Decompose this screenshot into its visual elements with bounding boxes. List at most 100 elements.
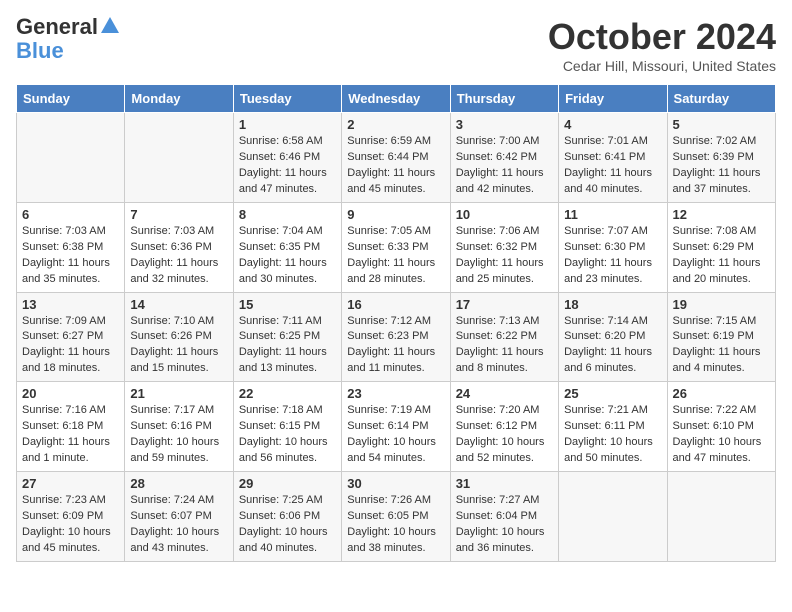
day-info: Sunrise: 7:11 AM Sunset: 6:25 PM Dayligh… — [239, 314, 336, 378]
day-info: Sunrise: 7:09 AM Sunset: 6:27 PM Dayligh… — [22, 314, 119, 378]
calendar-cell: 25 Sunrise: 7:21 AM Sunset: 6:11 PM Dayli… — [559, 382, 667, 472]
day-info: Sunrise: 7:02 AM Sunset: 6:39 PM Dayligh… — [673, 134, 770, 198]
calendar-cell: 1Sunrise: 6:58 AM Sunset: 6:46 PM Daylig… — [233, 113, 341, 203]
day-number: 20 — [22, 386, 119, 401]
calendar-cell — [559, 472, 667, 562]
logo: General Blue — [16, 16, 121, 64]
day-number: 31 — [456, 476, 553, 491]
day-number: 23 — [347, 386, 444, 401]
day-info: Sunrise: 7:13 AM Sunset: 6:22 PM Dayligh… — [456, 314, 553, 378]
calendar-cell: 11 Sunrise: 7:07 AM Sunset: 6:30 PM Dayli… — [559, 202, 667, 292]
calendar-cell: 12 Sunrise: 7:08 AM Sunset: 6:29 PM Dayli… — [667, 202, 775, 292]
day-info: Sunrise: 7:16 AM Sunset: 6:18 PM Dayligh… — [22, 403, 119, 467]
day-number: 3 — [456, 117, 553, 132]
day-number: 12 — [673, 207, 770, 222]
day-number: 10 — [456, 207, 553, 222]
day-header-sunday: Sunday — [17, 85, 125, 113]
calendar-cell: 18 Sunrise: 7:14 AM Sunset: 6:20 PM Dayli… — [559, 292, 667, 382]
day-number: 9 — [347, 207, 444, 222]
calendar-cell: 10 Sunrise: 7:06 AM Sunset: 6:32 PM Dayli… — [450, 202, 558, 292]
day-number: 4 — [564, 117, 661, 132]
calendar-cell: 15 Sunrise: 7:11 AM Sunset: 6:25 PM Dayli… — [233, 292, 341, 382]
day-info: Sunrise: 7:19 AM Sunset: 6:14 PM Dayligh… — [347, 403, 444, 467]
calendar-week-row: 1Sunrise: 6:58 AM Sunset: 6:46 PM Daylig… — [17, 113, 776, 203]
day-number: 11 — [564, 207, 661, 222]
calendar-cell — [667, 472, 775, 562]
calendar-cell: 21 Sunrise: 7:17 AM Sunset: 6:16 PM Dayli… — [125, 382, 233, 472]
day-number: 14 — [130, 297, 227, 312]
day-info: Sunrise: 7:25 AM Sunset: 6:06 PM Dayligh… — [239, 493, 336, 557]
day-header-tuesday: Tuesday — [233, 85, 341, 113]
calendar-cell — [17, 113, 125, 203]
day-info: Sunrise: 7:01 AM Sunset: 6:41 PM Dayligh… — [564, 134, 661, 198]
month-title: October 2024 — [548, 16, 776, 58]
day-info: Sunrise: 7:23 AM Sunset: 6:09 PM Dayligh… — [22, 493, 119, 557]
calendar-body: 1Sunrise: 6:58 AM Sunset: 6:46 PM Daylig… — [17, 113, 776, 562]
calendar-cell: 8Sunrise: 7:04 AM Sunset: 6:35 PM Daylig… — [233, 202, 341, 292]
day-info: Sunrise: 7:12 AM Sunset: 6:23 PM Dayligh… — [347, 314, 444, 378]
calendar-cell: 24 Sunrise: 7:20 AM Sunset: 6:12 PM Dayli… — [450, 382, 558, 472]
day-number: 25 — [564, 386, 661, 401]
calendar-table: SundayMondayTuesdayWednesdayThursdayFrid… — [16, 84, 776, 562]
calendar-week-row: 13Sunrise: 7:09 AM Sunset: 6:27 PM Dayli… — [17, 292, 776, 382]
day-number: 6 — [22, 207, 119, 222]
day-info: Sunrise: 7:10 AM Sunset: 6:26 PM Dayligh… — [130, 314, 227, 378]
day-header-wednesday: Wednesday — [342, 85, 450, 113]
calendar-cell: 2Sunrise: 6:59 AM Sunset: 6:44 PM Daylig… — [342, 113, 450, 203]
day-number: 28 — [130, 476, 227, 491]
calendar-cell: 26Sunrise: 7:22 AM Sunset: 6:10 PM Dayli… — [667, 382, 775, 472]
day-info: Sunrise: 7:21 AM Sunset: 6:11 PM Dayligh… — [564, 403, 661, 467]
day-number: 30 — [347, 476, 444, 491]
calendar-cell: 7Sunrise: 7:03 AM Sunset: 6:36 PM Daylig… — [125, 202, 233, 292]
day-number: 7 — [130, 207, 227, 222]
day-info: Sunrise: 7:14 AM Sunset: 6:20 PM Dayligh… — [564, 314, 661, 378]
day-number: 18 — [564, 297, 661, 312]
day-header-saturday: Saturday — [667, 85, 775, 113]
day-number: 21 — [130, 386, 227, 401]
page-header: General Blue October 2024 Cedar Hill, Mi… — [16, 16, 776, 74]
calendar-cell: 6Sunrise: 7:03 AM Sunset: 6:38 PM Daylig… — [17, 202, 125, 292]
day-header-thursday: Thursday — [450, 85, 558, 113]
calendar-cell: 16Sunrise: 7:12 AM Sunset: 6:23 PM Dayli… — [342, 292, 450, 382]
day-number: 17 — [456, 297, 553, 312]
day-info: Sunrise: 7:06 AM Sunset: 6:32 PM Dayligh… — [456, 224, 553, 288]
title-area: October 2024 Cedar Hill, Missouri, Unite… — [548, 16, 776, 74]
day-info: Sunrise: 7:22 AM Sunset: 6:10 PM Dayligh… — [673, 403, 770, 467]
location: Cedar Hill, Missouri, United States — [548, 58, 776, 74]
calendar-cell: 31 Sunrise: 7:27 AM Sunset: 6:04 PM Dayli… — [450, 472, 558, 562]
day-number: 22 — [239, 386, 336, 401]
calendar-cell: 27Sunrise: 7:23 AM Sunset: 6:09 PM Dayli… — [17, 472, 125, 562]
calendar-cell: 19Sunrise: 7:15 AM Sunset: 6:19 PM Dayli… — [667, 292, 775, 382]
day-number: 15 — [239, 297, 336, 312]
calendar-cell: 28Sunrise: 7:24 AM Sunset: 6:07 PM Dayli… — [125, 472, 233, 562]
calendar-week-row: 6Sunrise: 7:03 AM Sunset: 6:38 PM Daylig… — [17, 202, 776, 292]
calendar-header-row: SundayMondayTuesdayWednesdayThursdayFrid… — [17, 85, 776, 113]
day-number: 8 — [239, 207, 336, 222]
day-info: Sunrise: 7:07 AM Sunset: 6:30 PM Dayligh… — [564, 224, 661, 288]
calendar-cell: 9Sunrise: 7:05 AM Sunset: 6:33 PM Daylig… — [342, 202, 450, 292]
logo-general: General — [16, 16, 98, 38]
day-info: Sunrise: 7:27 AM Sunset: 6:04 PM Dayligh… — [456, 493, 553, 557]
day-number: 2 — [347, 117, 444, 132]
day-number: 5 — [673, 117, 770, 132]
logo-blue: Blue — [16, 38, 64, 63]
day-info: Sunrise: 6:58 AM Sunset: 6:46 PM Dayligh… — [239, 134, 336, 198]
day-header-friday: Friday — [559, 85, 667, 113]
day-info: Sunrise: 7:08 AM Sunset: 6:29 PM Dayligh… — [673, 224, 770, 288]
calendar-cell: 29 Sunrise: 7:25 AM Sunset: 6:06 PM Dayli… — [233, 472, 341, 562]
calendar-cell: 5 Sunrise: 7:02 AM Sunset: 6:39 PM Daylig… — [667, 113, 775, 203]
day-number: 29 — [239, 476, 336, 491]
calendar-cell: 13Sunrise: 7:09 AM Sunset: 6:27 PM Dayli… — [17, 292, 125, 382]
calendar-cell: 20 Sunrise: 7:16 AM Sunset: 6:18 PM Dayli… — [17, 382, 125, 472]
calendar-cell — [125, 113, 233, 203]
calendar-cell: 22Sunrise: 7:18 AM Sunset: 6:15 PM Dayli… — [233, 382, 341, 472]
day-info: Sunrise: 7:00 AM Sunset: 6:42 PM Dayligh… — [456, 134, 553, 198]
day-info: Sunrise: 7:15 AM Sunset: 6:19 PM Dayligh… — [673, 314, 770, 378]
day-number: 24 — [456, 386, 553, 401]
calendar-cell: 3 Sunrise: 7:00 AM Sunset: 6:42 PM Daylig… — [450, 113, 558, 203]
day-info: Sunrise: 7:20 AM Sunset: 6:12 PM Dayligh… — [456, 403, 553, 467]
calendar-week-row: 27Sunrise: 7:23 AM Sunset: 6:09 PM Dayli… — [17, 472, 776, 562]
day-header-monday: Monday — [125, 85, 233, 113]
day-info: Sunrise: 7:17 AM Sunset: 6:16 PM Dayligh… — [130, 403, 227, 467]
day-info: Sunrise: 7:26 AM Sunset: 6:05 PM Dayligh… — [347, 493, 444, 557]
